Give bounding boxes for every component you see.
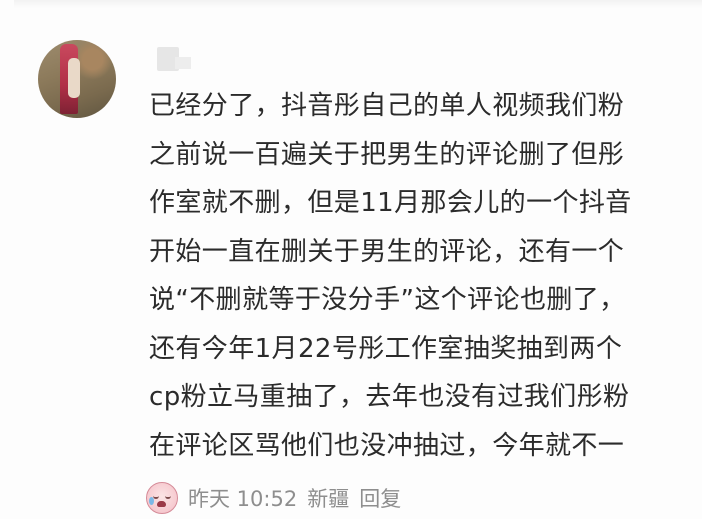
- comment-line: 作室就不删，但是11月那会儿的一个抖音: [149, 188, 632, 218]
- comment-line: 之前说一百遍关于把男生的评论删了但彤: [149, 139, 625, 170]
- comment-text: 已经分了，抖音彤自己的单人视频我们粉 之前说一百遍关于把男生的评论删了但彤 作室…: [149, 82, 702, 470]
- comment-location: 新疆: [307, 487, 350, 511]
- comment-line: 说“不删就等于没分手”这个评论也删了，: [149, 285, 626, 315]
- comment-meta: 昨天 10:52 新疆 回复: [146, 478, 401, 518]
- reply-button[interactable]: 回复: [359, 483, 401, 513]
- top-divider: [14, 0, 702, 8]
- avatar[interactable]: [38, 40, 116, 118]
- comment-card: 已经分了，抖音彤自己的单人视频我们粉 之前说一百遍关于把男生的评论删了但彤 作室…: [0, 0, 702, 519]
- username-redacted[interactable]: [157, 47, 191, 71]
- comment-line: 已经分了，抖音彤自己的单人视频我们粉: [149, 91, 625, 121]
- crying-laugh-emoji-icon: [146, 482, 178, 514]
- comment-time: 昨天 10:52: [188, 487, 298, 511]
- comment-line: 还有今年1月22号彤工作室抽奖抽到两个: [149, 333, 623, 364]
- comment-line: 在评论区骂他们也没冲抽过，今年就不一: [149, 430, 625, 461]
- comment-line: cp粉立马重抽了，去年也没有过我们彤粉: [149, 382, 630, 412]
- comment-line: 开始一直在删关于男生的评论，还有一个: [149, 236, 625, 267]
